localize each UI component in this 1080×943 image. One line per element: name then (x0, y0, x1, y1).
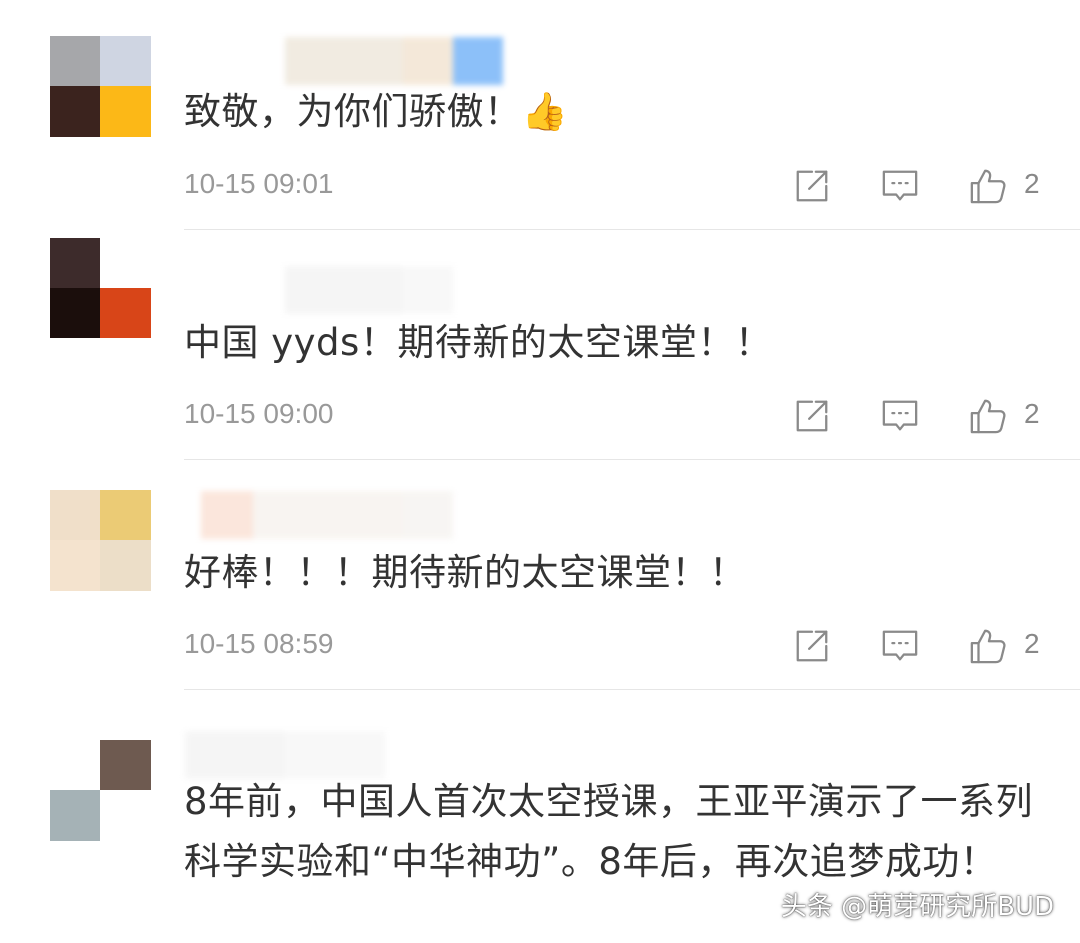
comment-text: 致敬，为你们骄傲！👍 (184, 90, 569, 133)
avatar-tile (100, 36, 151, 86)
avatar-tile (100, 740, 151, 790)
comment-text: 中国 yyds！期待新的太空课堂！！ (184, 321, 773, 364)
username-segment (285, 37, 403, 85)
avatar-tile (100, 238, 151, 288)
divider (184, 229, 1080, 230)
avatar-tile (50, 238, 100, 288)
username-blurred[interactable] (185, 490, 453, 540)
avatar-tile (100, 790, 151, 841)
share-icon[interactable] (792, 396, 832, 436)
username-segment (185, 266, 285, 314)
avatar[interactable] (50, 490, 151, 591)
thumbs-up-icon[interactable] (968, 626, 1008, 666)
comment-meta: 10-15 09:01 2 (184, 162, 1054, 208)
username-segment (403, 266, 453, 314)
share-icon[interactable] (792, 166, 832, 206)
divider (184, 459, 1080, 460)
avatar-tile (50, 36, 100, 86)
timestamp: 10-15 08:59 (184, 628, 334, 659)
username-segment (185, 491, 201, 539)
avatar-tile (50, 790, 100, 841)
avatar[interactable] (50, 238, 151, 388)
username-segment (201, 491, 253, 539)
username-segment (453, 266, 503, 314)
avatar-tile (50, 86, 100, 137)
thumbs-up-icon[interactable] (968, 166, 1008, 206)
avatar-tile (100, 86, 151, 137)
like-count: 2 (1024, 628, 1040, 659)
avatar[interactable] (50, 36, 151, 137)
username-segment (403, 491, 453, 539)
username-segment (253, 491, 403, 539)
timestamp: 10-15 09:00 (184, 398, 334, 429)
avatar-tile (100, 288, 151, 338)
username-blurred[interactable] (185, 265, 503, 315)
avatar-tile (50, 288, 100, 338)
avatar[interactable] (50, 740, 151, 841)
username-segment (185, 37, 285, 85)
comment-meta: 10-15 08:59 2 (184, 622, 1054, 668)
comment-text: 8年前，中国人首次太空授课，王亚平演示了一系列科学实验和“中华神功”。8年后，再… (184, 780, 1034, 883)
comment-reply-icon[interactable] (880, 396, 920, 436)
avatar-tile (100, 540, 151, 591)
comment-meta: 10-15 09:00 2 (184, 392, 1054, 438)
avatar-tile (50, 740, 100, 790)
like-count: 2 (1024, 398, 1040, 429)
like-count: 2 (1024, 168, 1040, 199)
avatar-tile (50, 540, 100, 591)
username-segment (453, 37, 503, 85)
username-segment (285, 266, 403, 314)
comment-reply-icon[interactable] (880, 166, 920, 206)
avatar-tile (100, 490, 151, 540)
comment-reply-icon[interactable] (880, 626, 920, 666)
watermark: 头条 @萌芽研究所BUD (780, 892, 1054, 922)
share-icon[interactable] (792, 626, 832, 666)
avatar-tile (50, 490, 100, 540)
thumbs-up-icon[interactable] (968, 396, 1008, 436)
username-blurred[interactable] (185, 36, 503, 86)
username-segment (403, 37, 453, 85)
divider (184, 689, 1080, 690)
timestamp: 10-15 09:01 (184, 168, 334, 199)
comment-text: 好棒！！！期待新的太空课堂！！ (184, 551, 747, 594)
